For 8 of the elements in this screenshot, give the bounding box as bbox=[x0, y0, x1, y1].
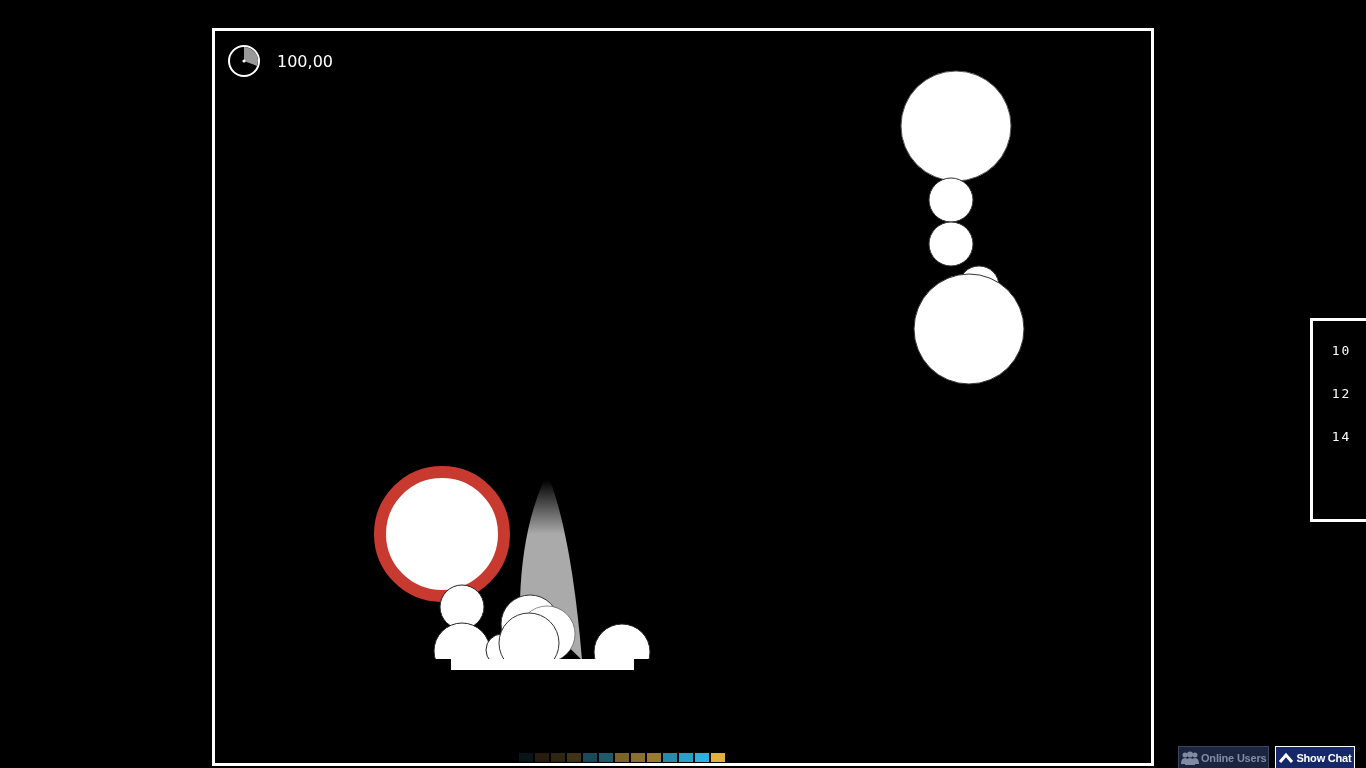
score-value: 10 bbox=[1331, 343, 1352, 358]
timer-icon bbox=[227, 44, 261, 78]
timer-readout: 100,00 bbox=[277, 51, 333, 71]
chevron-up-icon bbox=[1278, 751, 1295, 764]
show-chat-button[interactable]: Show Chat bbox=[1275, 746, 1355, 768]
score-value: 12 bbox=[1331, 386, 1352, 401]
score-value: 14 bbox=[1331, 429, 1352, 444]
users-icon bbox=[1181, 750, 1199, 765]
